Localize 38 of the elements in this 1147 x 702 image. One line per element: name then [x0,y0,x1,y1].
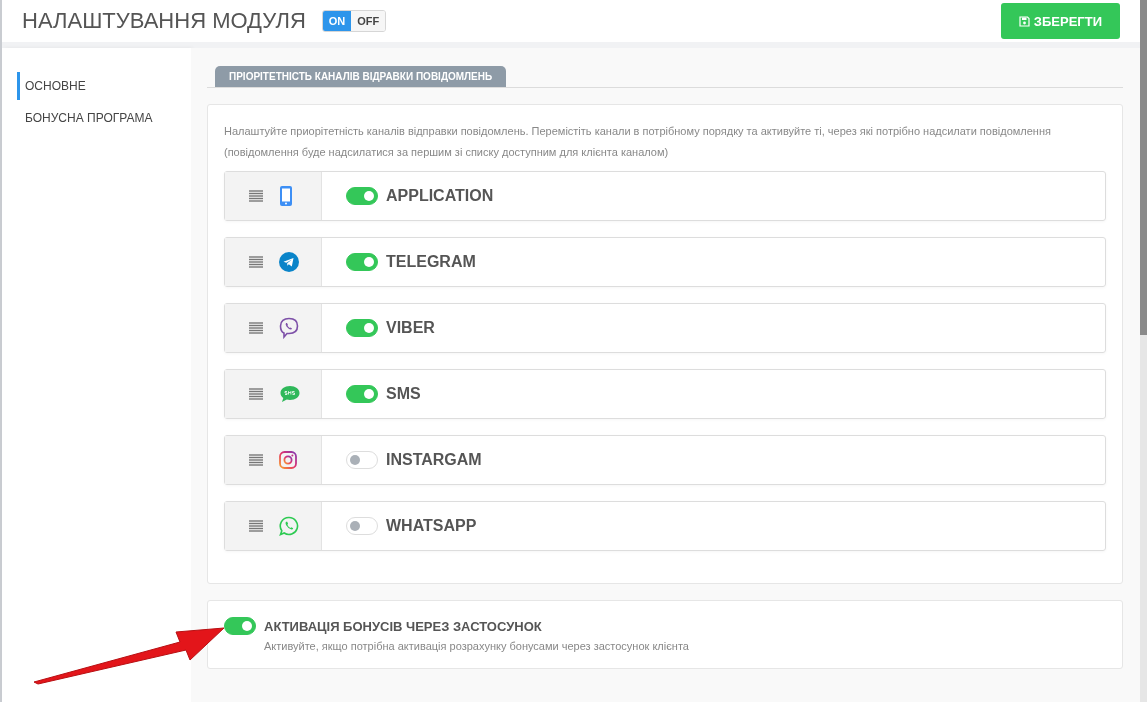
instagram-icon [279,451,297,469]
toggle-switch[interactable] [346,385,378,403]
sms-icon [279,384,301,404]
page-title: НАЛАШТУВАННЯ МОДУЛЯ [22,8,306,34]
toggle-switch[interactable] [224,617,256,635]
drag-handle-icon[interactable] [249,322,263,334]
drag-handle-icon[interactable] [249,520,263,532]
sidebar-item[interactable]: БОНУСНА ПРОГРАМА [17,104,191,132]
channel-name: INSTARGAM [386,451,482,469]
scrollbar[interactable] [1140,0,1147,702]
toggle-switch[interactable] [346,253,378,271]
channel-name: TELEGRAM [386,253,476,271]
channel-row[interactable]: APPLICATION [224,171,1106,221]
toggle-switch[interactable] [346,451,378,469]
channel-name: WHATSAPP [386,517,477,535]
card-description: Налаштуйте приорітетність каналів відправки повідомлень. Перемістіть канали в потрібному порядку та активуйте ті, через які потрібно надсилати повідомлення (повідомлення буде надсилатися за першим зі списку доступним для клієнта каналом) [224,124,1052,160]
channel-row[interactable]: TELEGRAM [224,237,1106,287]
channel-row[interactable]: WHATSAPP [224,501,1106,551]
channel-name: APPLICATION [386,187,494,205]
channel-name: VIBER [386,319,435,337]
drag-handle-icon[interactable] [249,388,263,400]
phone-icon [279,185,293,207]
drag-handle-icon[interactable] [249,190,263,202]
toggle-switch[interactable] [346,187,378,205]
channel-row[interactable]: VIBER [224,303,1106,353]
toggle-switch[interactable] [346,319,378,337]
drag-handle-icon[interactable] [249,256,263,268]
setting-title: АКТИВАЦІЯ БОНУСІВ ЧЕРЕЗ ЗАСТОСУНОК [264,619,543,634]
telegram-icon [279,252,299,272]
drag-handle-icon[interactable] [249,454,263,466]
channel-row[interactable]: SMS [224,369,1106,419]
module-switch-option[interactable]: OFF [351,11,386,31]
whatsapp-icon [279,516,299,536]
viber-icon [279,317,299,339]
channel-name: SMS [386,385,421,403]
setting-description: Активуйте, якщо потрібна активація розрахунку бонусами через застосунок клієнта [264,640,689,652]
toggle-switch[interactable] [346,517,378,535]
channel-row[interactable]: INSTARGAM [224,435,1106,485]
